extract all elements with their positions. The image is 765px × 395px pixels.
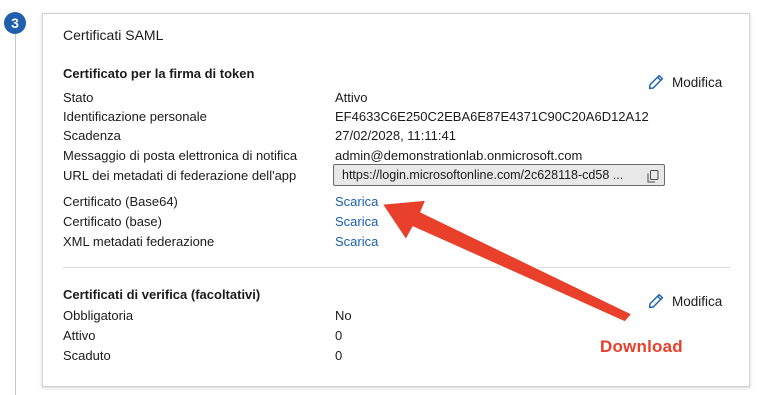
row-value: No bbox=[335, 308, 352, 323]
row-status: Stato Attivo bbox=[63, 90, 723, 110]
verification-section-title: Certificati di verifica (facoltativi) bbox=[63, 287, 261, 302]
row-expiration: Scadenza 27/02/2028, 11:11:41 bbox=[63, 128, 723, 148]
row-required: Obbligatoria No bbox=[63, 308, 723, 328]
row-certificate-base64: Certificato (Base64) Scarica bbox=[63, 194, 723, 214]
row-federation-metadata-xml: XML metadati federazione Scarica bbox=[63, 234, 723, 254]
card-title: Certificati SAML bbox=[63, 27, 164, 43]
edit-verification-label: Modifica bbox=[672, 293, 723, 309]
download-annotation-label: Download bbox=[600, 337, 683, 356]
step-number-badge: 3 bbox=[4, 12, 26, 34]
row-label: Stato bbox=[63, 90, 94, 105]
download-base64-link[interactable]: Scarica bbox=[335, 194, 378, 209]
metadata-url-text: https://login.microsoftonline.com/2c6281… bbox=[342, 168, 624, 182]
row-label: Scaduto bbox=[63, 348, 111, 363]
row-certificate-raw: Certificato (base) Scarica bbox=[63, 214, 723, 234]
row-value: admin@demonstrationlab.onmicrosoft.com bbox=[335, 148, 583, 163]
metadata-url-field[interactable]: https://login.microsoftonline.com/2c6281… bbox=[333, 164, 665, 186]
row-value: 0 bbox=[335, 348, 343, 363]
row-value: EF4633C6E250C2EBA6E87E4371C90C20A6D12A12 bbox=[335, 109, 649, 124]
row-value: Attivo bbox=[335, 90, 368, 105]
row-thumbprint: Identificazione personale EF4633C6E250C2… bbox=[63, 109, 723, 129]
row-label: Messaggio di posta elettronica di notifi… bbox=[63, 148, 298, 163]
row-label: Attivo bbox=[63, 328, 96, 343]
pencil-icon bbox=[648, 74, 664, 90]
row-metadata-url: URL dei metadati di federazione dell'app… bbox=[63, 164, 723, 188]
row-label: XML metadati federazione bbox=[63, 234, 215, 249]
step-connector-line bbox=[15, 34, 16, 395]
row-label: Certificato (base) bbox=[63, 214, 162, 229]
edit-token-signing-button[interactable]: Modifica bbox=[648, 74, 722, 90]
pencil-icon bbox=[648, 293, 664, 309]
download-raw-link[interactable]: Scarica bbox=[335, 214, 378, 229]
row-label: Obbligatoria bbox=[63, 308, 134, 323]
token-signing-section-title: Certificato per la firma di token bbox=[63, 66, 255, 81]
row-label: URL dei metadati di federazione dell'app bbox=[63, 168, 297, 183]
edit-verification-button[interactable]: Modifica bbox=[648, 293, 722, 309]
row-value: 0 bbox=[335, 328, 343, 343]
saml-certificates-card: Certificati SAML Certificato per la firm… bbox=[42, 13, 750, 387]
section-divider bbox=[63, 267, 730, 268]
row-value: 27/02/2028, 11:11:41 bbox=[335, 128, 456, 143]
copy-icon[interactable] bbox=[647, 169, 659, 185]
row-label: Scadenza bbox=[63, 128, 121, 143]
row-label: Certificato (Base64) bbox=[63, 194, 178, 209]
row-label: Identificazione personale bbox=[63, 109, 207, 124]
edit-token-signing-label: Modifica bbox=[672, 74, 723, 90]
download-metadata-xml-link[interactable]: Scarica bbox=[335, 234, 378, 249]
